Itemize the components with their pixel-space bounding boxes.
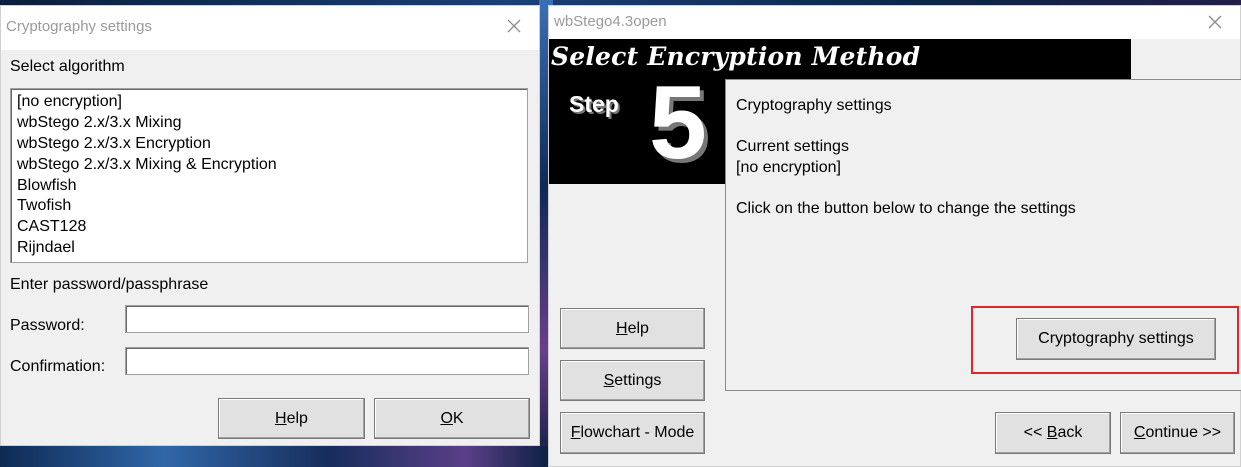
title-bar: wbStego4.3open — [549, 6, 1240, 39]
continue-button[interactable]: Continue >> — [1120, 412, 1235, 454]
confirmation-field[interactable] — [125, 347, 529, 375]
settings-button[interactable]: Settings — [560, 360, 705, 401]
instruction-text: Click on the button below to change the … — [736, 200, 1076, 217]
settings-button-accel: S — [603, 371, 615, 389]
highlight-box — [971, 306, 1239, 374]
flowchart-button-label: lowchart - Mode — [580, 424, 695, 441]
current-settings-value: [no encryption] — [736, 159, 841, 176]
desktop-background-strip — [0, 446, 548, 467]
password-section-label: Enter password/passphrase — [10, 276, 209, 293]
continue-button-accel: C — [1133, 424, 1146, 441]
settings-button-label: ettings — [614, 371, 662, 389]
step-number: 5 — [649, 65, 707, 181]
back-button-accel: B — [1046, 424, 1058, 441]
title-bar: Cryptography settings — [1, 6, 539, 50]
back-button-label: ack — [1057, 424, 1083, 441]
list-item[interactable]: wbStego 2.x/3.x Encryption — [17, 134, 211, 154]
back-button[interactable]: << Back — [995, 412, 1111, 454]
content-heading: Cryptography settings — [736, 97, 892, 114]
password-label: Password: — [10, 317, 85, 334]
ok-button-accel: O — [440, 409, 453, 427]
close-icon[interactable] — [1204, 11, 1226, 33]
back-button-prefix: << — [1023, 424, 1047, 441]
select-algorithm-label: Select algorithm — [10, 58, 125, 75]
header-banner: Select Encryption Method — [549, 39, 1131, 79]
help-button-label: elp — [627, 319, 649, 337]
current-settings-label: Current settings — [736, 138, 849, 155]
wbstego-wizard-window: wbStego4.3open Select Encryption Method … — [548, 5, 1241, 467]
list-item[interactable]: CAST128 — [17, 217, 86, 237]
list-item[interactable]: Blowfish — [17, 176, 77, 196]
step-indicator: Step 5 — [549, 71, 725, 184]
page-title: Select Encryption Method — [551, 42, 921, 71]
list-item[interactable]: [no encryption] — [17, 92, 122, 112]
window-title: wbStego4.3open — [554, 13, 667, 30]
ok-button-label: K — [452, 409, 464, 427]
help-button-accel: H — [275, 409, 287, 427]
list-item[interactable]: Twofish — [17, 196, 71, 216]
algorithm-list[interactable]: [no encryption] wbStego 2.x/3.x Mixing w… — [10, 88, 528, 263]
list-item[interactable]: wbStego 2.x/3.x Mixing — [17, 113, 182, 133]
close-icon[interactable] — [503, 15, 525, 37]
help-button-accel: H — [616, 319, 628, 337]
flowchart-mode-button[interactable]: Flowchart - Mode — [560, 412, 705, 454]
list-item[interactable]: wbStego 2.x/3.x Mixing & Encryption — [17, 155, 277, 175]
cryptography-settings-dialog: Cryptography settings Select algorithm [… — [0, 5, 540, 446]
help-button-label: elp — [286, 409, 308, 427]
step-label: Step — [569, 91, 619, 117]
ok-button[interactable]: OK — [374, 398, 530, 439]
flowchart-button-accel: F — [570, 424, 581, 441]
help-button[interactable]: Help — [560, 308, 705, 349]
password-field[interactable] — [125, 305, 529, 333]
dialog-title: Cryptography settings — [6, 18, 152, 35]
help-button[interactable]: Help — [218, 398, 365, 439]
list-item[interactable]: Rijndael — [17, 238, 75, 258]
confirmation-label: Confirmation: — [10, 358, 106, 375]
continue-button-label: ontinue >> — [1145, 424, 1222, 441]
